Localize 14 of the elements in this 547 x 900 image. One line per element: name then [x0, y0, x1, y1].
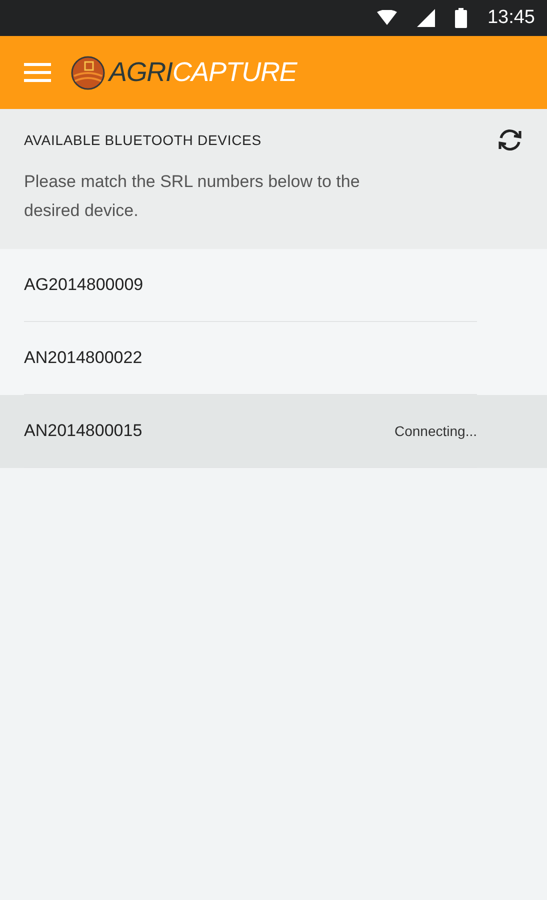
clock: 13:45 — [487, 6, 535, 30]
refresh-icon[interactable] — [497, 129, 523, 151]
serial-number: AN2014800015 — [24, 420, 142, 442]
signal-icon — [417, 9, 436, 27]
globe-logo-icon — [71, 56, 105, 90]
section-title: AVAILABLE BLUETOOTH DEVICES — [24, 130, 262, 150]
battery-icon — [455, 8, 468, 28]
serial-number: AG2014800009 — [24, 274, 144, 296]
wifi-icon — [377, 10, 398, 26]
serial-number: AN2014800022 — [24, 347, 142, 370]
instructions-text: Please match the SRL numbers below to the desired device. — [24, 171, 361, 222]
logo-text: AGRICAPTURE — [109, 59, 297, 86]
connection-status: Connecting... — [394, 422, 477, 441]
device-row[interactable]: AN2014800015 Connecting... — [0, 395, 547, 468]
